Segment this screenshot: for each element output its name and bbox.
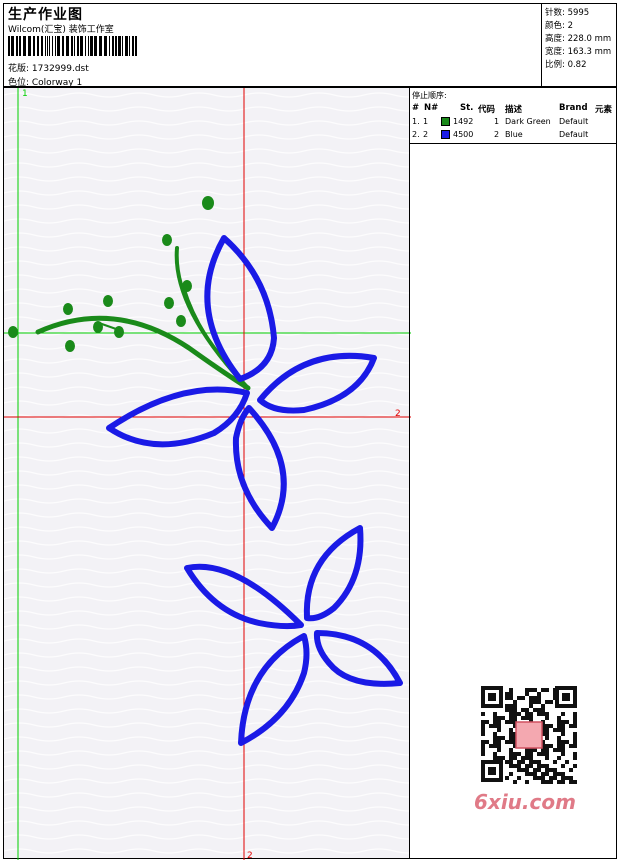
color-swatch-green xyxy=(441,117,450,126)
col-header-element: 元素 xyxy=(595,105,613,115)
design-file: 花版: 1732999.dst xyxy=(8,64,89,74)
col-header-index: # xyxy=(412,103,420,113)
stat-height: 高度: 228.0 mm xyxy=(545,34,612,44)
row-index: 2. xyxy=(412,130,420,139)
row-stitches: 4500 xyxy=(453,130,474,139)
col-header-stitches: St. xyxy=(460,103,474,113)
watermark-brand: 6xiu.com xyxy=(474,790,576,814)
col-header-code: 代码 xyxy=(478,105,496,115)
color-swatch-blue xyxy=(441,130,450,139)
stat-scale: 比例: 0.82 xyxy=(545,60,587,70)
seal-stamp xyxy=(515,721,543,749)
stat-width: 宽度: 163.3 mm xyxy=(545,47,612,57)
stop-sequence-title: 停止顺序: xyxy=(412,91,447,100)
stats-panel: 针数: 5995 颜色: 2 高度: 228.0 mm 宽度: 163.3 mm… xyxy=(541,3,618,87)
stop-sequence-table: 停止顺序: # N# St. 代码 描述 Brand 元素 1. 1 1492 … xyxy=(410,88,616,144)
page-title: 生产作业图 xyxy=(8,7,83,23)
company-name: Wilcom(汇宝) 装饰工作室 xyxy=(8,25,114,35)
row-code: 2 xyxy=(494,130,500,139)
row-brand: Default xyxy=(559,117,589,126)
row-n: 1 xyxy=(423,117,429,126)
row-code: 1 xyxy=(494,117,500,126)
row-brand: Default xyxy=(559,130,589,139)
guide-label-green: 1 xyxy=(22,89,28,99)
guide-label-red-h: 2 xyxy=(395,409,401,419)
barcode xyxy=(8,36,137,56)
row-desc: Blue xyxy=(505,130,523,139)
design-preview: 1 2 2 xyxy=(4,88,411,860)
stat-colors: 颜色: 2 xyxy=(545,21,573,31)
col-header-n: N# xyxy=(424,103,439,113)
col-header-desc: 描述 xyxy=(505,105,523,115)
stat-stitches: 针数: 5995 xyxy=(545,8,590,18)
col-header-brand: Brand xyxy=(559,103,588,113)
row-desc: Dark Green xyxy=(505,117,551,126)
design-canvas: 1 2 2 xyxy=(3,87,411,860)
row-stitches: 1492 xyxy=(453,117,474,126)
guide-label-red-v: 2 xyxy=(247,851,253,860)
row-n: 2 xyxy=(423,130,429,139)
row-index: 1. xyxy=(412,117,420,126)
qr-code-image xyxy=(471,680,585,790)
